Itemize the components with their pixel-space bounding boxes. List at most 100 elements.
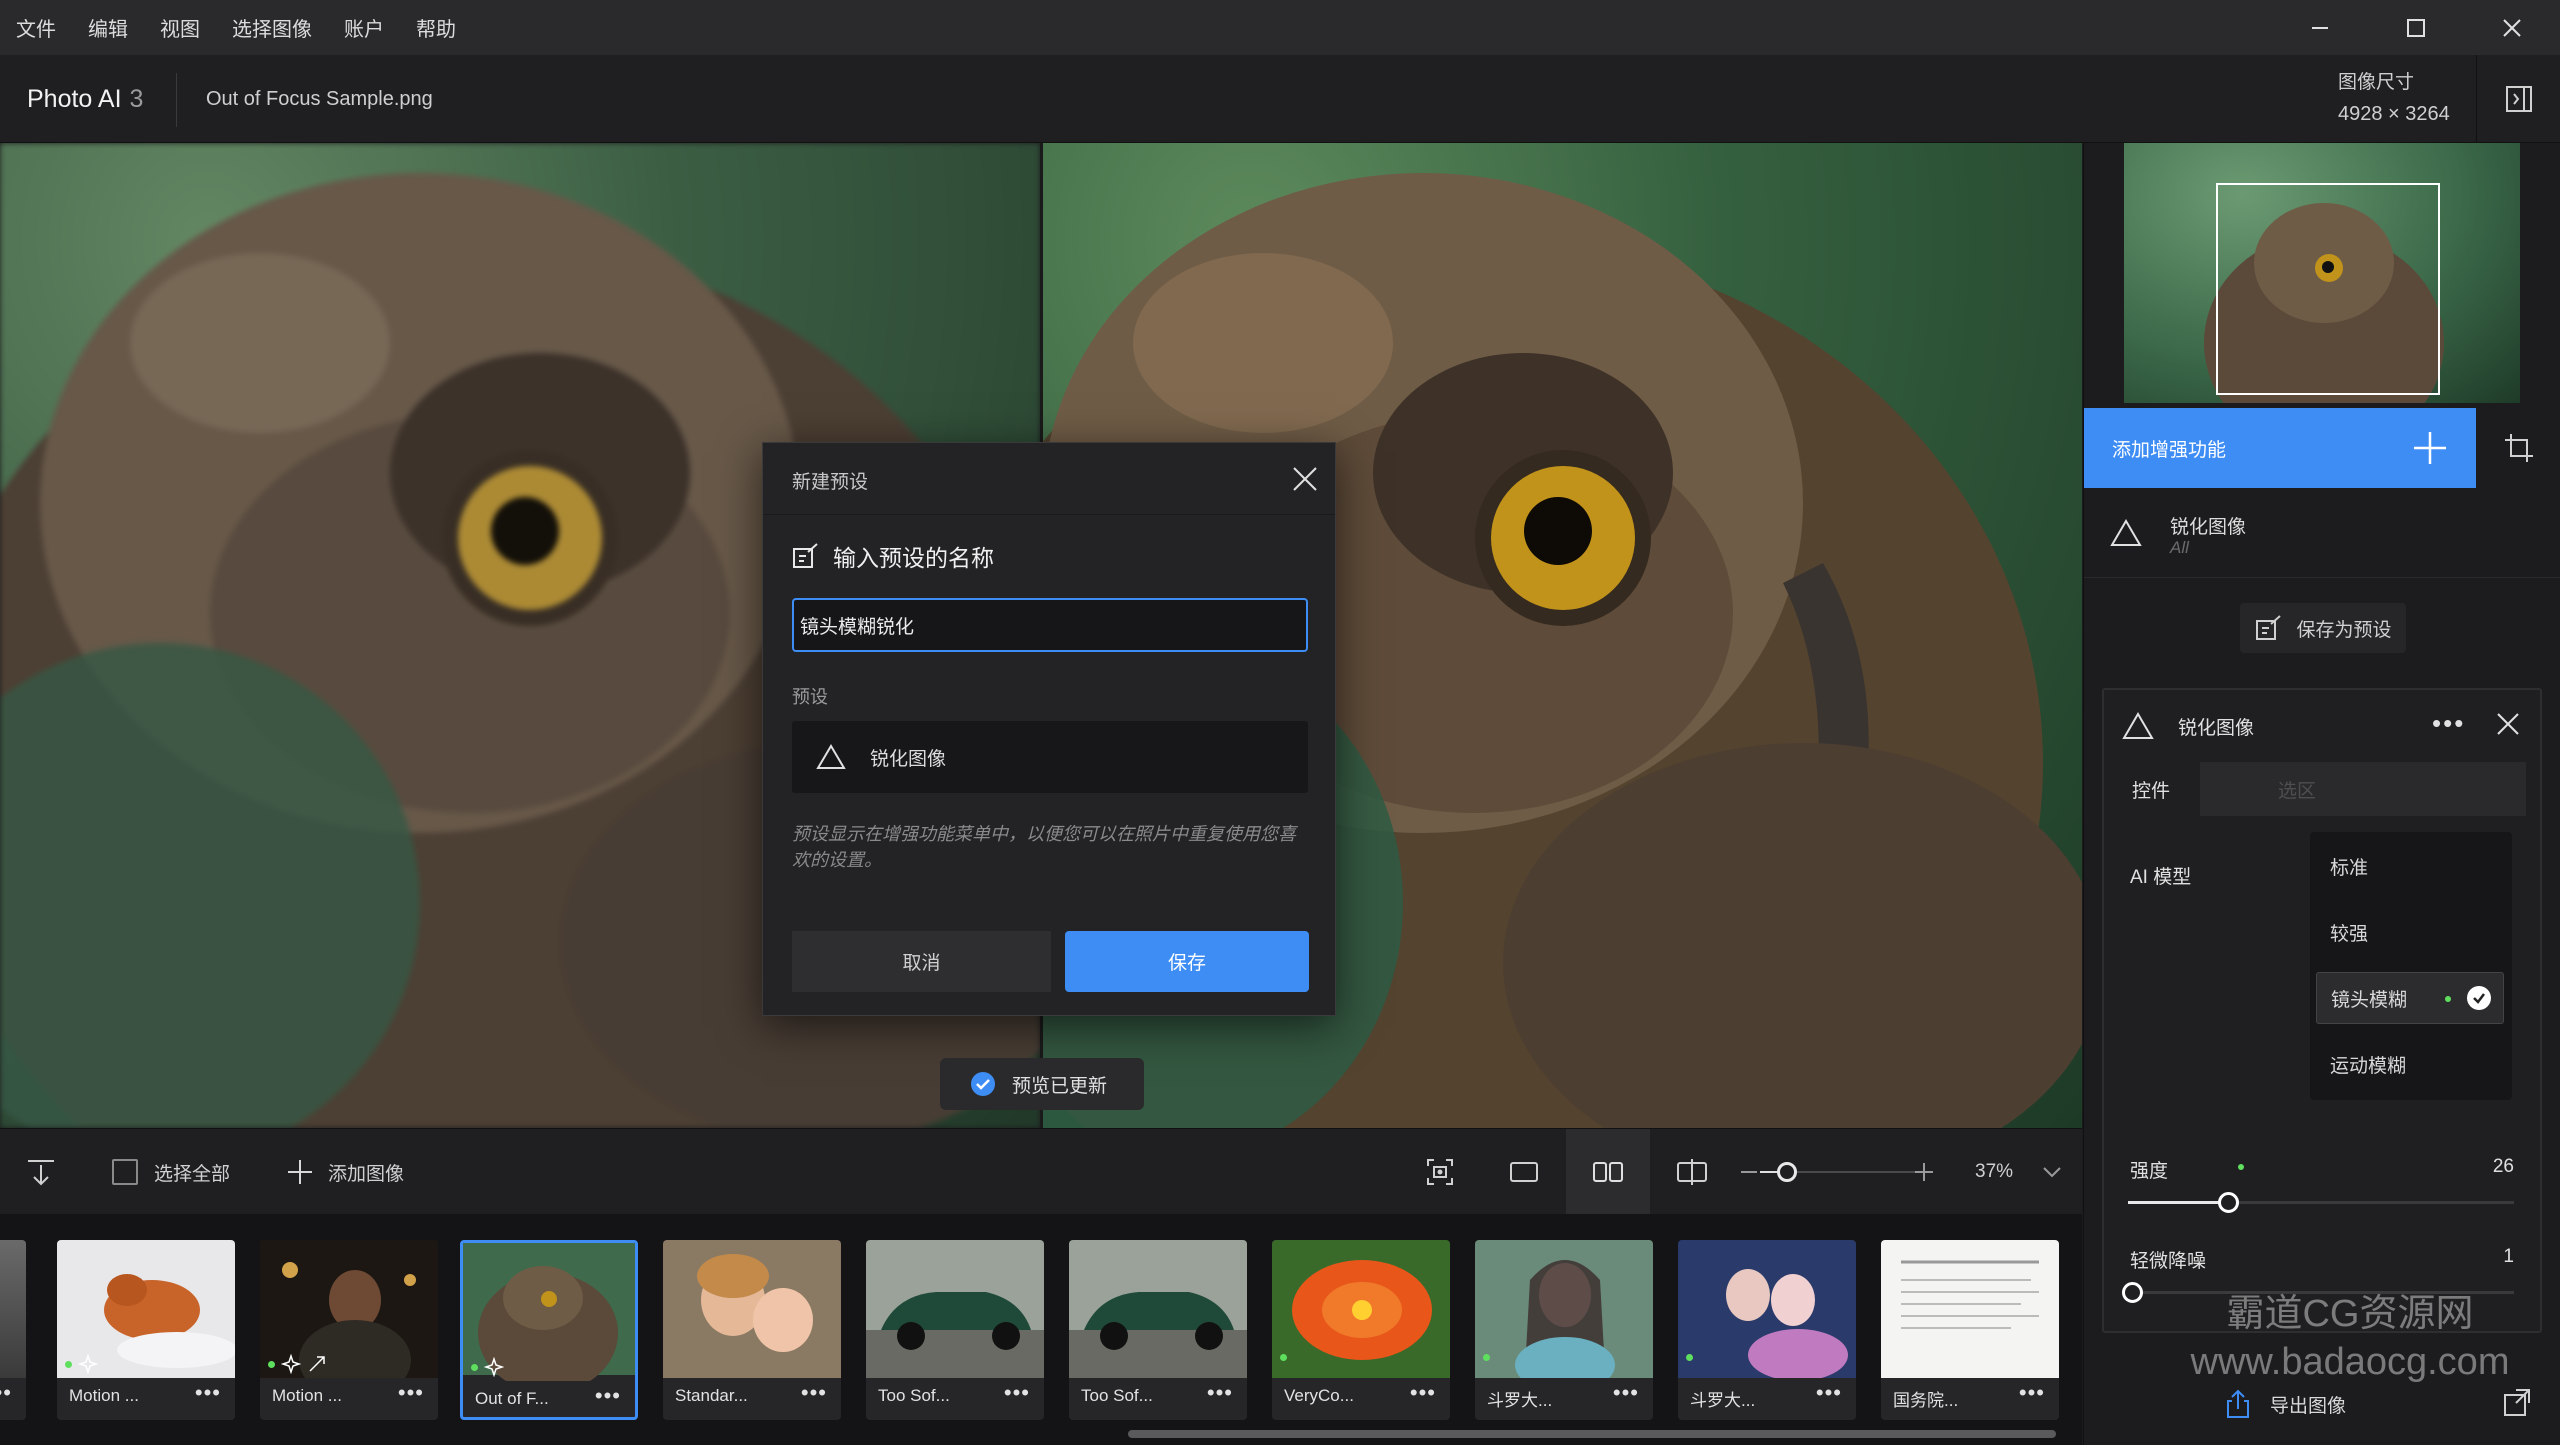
add-image-button[interactable]: 添加图像 bbox=[286, 1129, 404, 1215]
triangle-icon bbox=[2110, 519, 2142, 546]
app-version: 3 bbox=[129, 85, 144, 113]
bottom-toolbar: 选择全部 添加图像 37% bbox=[0, 1128, 2082, 1215]
thumbnail-more-icon[interactable]: ••• bbox=[801, 1380, 827, 1406]
thumbnail-more-icon[interactable]: ••• bbox=[1410, 1380, 1436, 1406]
sparkle-icon bbox=[484, 1357, 504, 1377]
save-button[interactable]: 保存 bbox=[1065, 931, 1309, 992]
zoom-out-button[interactable] bbox=[1740, 1129, 1758, 1215]
navigator-viewport[interactable] bbox=[2216, 183, 2440, 395]
sharpen-card-header: 锐化图像 bbox=[2104, 690, 2540, 762]
thumbnail-more-icon[interactable]: ••• bbox=[1207, 1380, 1233, 1406]
toast-text: 预览已更新 bbox=[1012, 1075, 1108, 1097]
zoom-in-button[interactable] bbox=[1914, 1129, 1934, 1215]
thumbnail-label: Motion ... bbox=[69, 1386, 139, 1405]
check-circle-icon bbox=[971, 1072, 995, 1096]
minimize-button[interactable] bbox=[2272, 0, 2368, 55]
share-icon bbox=[2227, 1389, 2249, 1418]
model-option-motion-blur[interactable]: 运动模糊 bbox=[2316, 1038, 2504, 1090]
strength-slider[interactable] bbox=[2128, 1192, 2514, 1213]
menu-file[interactable]: 文件 bbox=[16, 13, 56, 42]
navigator-thumbnail[interactable] bbox=[2124, 143, 2520, 403]
menu-help[interactable]: 帮助 bbox=[416, 13, 456, 42]
tab-selection[interactable]: 选区 bbox=[2200, 762, 2526, 816]
filmstrip-scrollbar[interactable] bbox=[1128, 1430, 2056, 1438]
select-all-control[interactable]: 选择全部 bbox=[112, 1129, 230, 1215]
dialog-title: 新建预设 bbox=[792, 472, 869, 493]
check-icon bbox=[2467, 986, 2491, 1010]
menu-account[interactable]: 账户 bbox=[344, 13, 384, 42]
zoom-slider-handle[interactable] bbox=[1777, 1162, 1797, 1182]
thumbnail-badge bbox=[1483, 1354, 1490, 1361]
export-settings-icon bbox=[2504, 1389, 2530, 1416]
enhancement-scope: All bbox=[2170, 538, 2189, 557]
thumbnail-label: Motion ... bbox=[272, 1386, 342, 1405]
strength-label: 强度 bbox=[2130, 1161, 2169, 1182]
cancel-button[interactable]: 取消 bbox=[792, 931, 1051, 992]
dialog-divider bbox=[763, 514, 1335, 515]
denoise-value: 1 bbox=[2503, 1246, 2514, 1267]
crop-button[interactable] bbox=[2476, 408, 2560, 488]
thumbnail[interactable]: 斗罗大... ••• bbox=[1475, 1240, 1653, 1420]
add-image-label: 添加图像 bbox=[328, 1163, 405, 1185]
ai-model-list: 标准 较强 镜头模糊 运动模糊 bbox=[2310, 832, 2512, 1100]
thumbnail[interactable]: 国务院... ••• bbox=[1881, 1240, 2059, 1420]
select-all-checkbox[interactable] bbox=[112, 1159, 138, 1185]
file-name: Out of Focus Sample.png bbox=[206, 88, 433, 110]
menu-edit[interactable]: 编辑 bbox=[88, 13, 128, 42]
thumbnail[interactable]: VeryCo... ••• bbox=[1272, 1240, 1450, 1420]
thumbnail-more-icon[interactable]: ••• bbox=[2019, 1380, 2045, 1406]
split-view-button[interactable] bbox=[1650, 1129, 1734, 1215]
thumbnail-more-icon[interactable]: ••• bbox=[398, 1380, 424, 1406]
add-enhancement-button[interactable]: 添加增强功能 bbox=[2084, 408, 2476, 488]
dialog-close-button[interactable] bbox=[1287, 461, 1323, 497]
thumbnail[interactable]: 斗罗大... ••• bbox=[1678, 1240, 1856, 1420]
thumbnail-selected[interactable]: Out of F... ••• bbox=[460, 1240, 638, 1420]
preset-item-label: 锐化图像 bbox=[870, 748, 947, 770]
toggle-panel-button[interactable] bbox=[2476, 55, 2560, 143]
strength-value: 26 bbox=[2492, 1156, 2514, 1177]
thumbnail-more-icon[interactable]: ••• bbox=[595, 1383, 621, 1409]
zoom-slider[interactable] bbox=[1760, 1162, 1920, 1182]
export-settings-button[interactable] bbox=[2502, 1387, 2532, 1422]
new-preset-dialog: 新建预设 输入预设的名称 预设 锐化图像 预设显示在增强功能菜单中，以便您可以在… bbox=[762, 442, 1336, 1016]
snapshot-button[interactable] bbox=[1398, 1129, 1482, 1215]
side-by-side-view-button[interactable] bbox=[1566, 1129, 1650, 1215]
menu-select-image[interactable]: 选择图像 bbox=[232, 13, 312, 42]
characters-image bbox=[1678, 1240, 1856, 1378]
model-option-lens-blur[interactable]: 镜头模糊 bbox=[2316, 972, 2504, 1024]
thumbnail[interactable]: Motion ... ••• bbox=[57, 1240, 235, 1420]
collapse-filmstrip-button[interactable] bbox=[26, 1129, 56, 1215]
thumbnail-more-icon[interactable]: ••• bbox=[1613, 1380, 1639, 1406]
thumbnail-more-icon[interactable]: ••• bbox=[1816, 1380, 1842, 1406]
split-view-icon bbox=[1677, 1159, 1707, 1185]
window-close-button[interactable] bbox=[2464, 0, 2560, 55]
preset-name-input[interactable] bbox=[792, 598, 1308, 652]
maximize-button[interactable] bbox=[2368, 0, 2464, 55]
model-option-strong[interactable]: 较强 bbox=[2316, 906, 2504, 958]
filmstrip: ••• Motion ... ••• Motion ... ••• Out of… bbox=[0, 1214, 2082, 1445]
enhancement-list-item[interactable]: 锐化图像 All bbox=[2084, 488, 2560, 578]
menu-view[interactable]: 视图 bbox=[160, 13, 200, 42]
thumbnail[interactable]: Standar... ••• bbox=[663, 1240, 841, 1420]
tab-controls[interactable]: 控件 bbox=[2104, 762, 2200, 816]
thumbnail-label: Out of F... bbox=[475, 1389, 549, 1408]
single-view-button[interactable] bbox=[1482, 1129, 1566, 1215]
close-icon[interactable] bbox=[2496, 712, 2520, 736]
card-more-icon[interactable]: ••• bbox=[2432, 708, 2465, 739]
strength-indicator-dot bbox=[2238, 1164, 2244, 1170]
thumbnail-more-icon[interactable]: ••• bbox=[1004, 1380, 1030, 1406]
watermark-line-2: www.badaocg.com bbox=[2190, 1341, 2510, 1383]
thumbnail-more-icon[interactable]: ••• bbox=[195, 1380, 221, 1406]
thumbnail[interactable]: Too Sof... ••• bbox=[1069, 1240, 1247, 1420]
thumbnail[interactable]: Motion ... ••• bbox=[260, 1240, 438, 1420]
zoom-dropdown[interactable] bbox=[2042, 1129, 2062, 1215]
export-button[interactable]: 导出图像 bbox=[2224, 1389, 2346, 1419]
thumbnail[interactable]: Too Sof... ••• bbox=[866, 1240, 1044, 1420]
strength-slider-handle[interactable] bbox=[2218, 1192, 2239, 1213]
sparkle-icon bbox=[281, 1354, 301, 1374]
sharpen-tabs: 控件 选区 bbox=[2104, 762, 2540, 816]
save-as-preset-button[interactable]: 保存为预设 bbox=[2240, 603, 2406, 653]
model-option-standard[interactable]: 标准 bbox=[2316, 840, 2504, 892]
thumbnail-partial[interactable]: ••• bbox=[0, 1240, 26, 1420]
thumbnail-more-icon[interactable]: ••• bbox=[0, 1380, 12, 1406]
